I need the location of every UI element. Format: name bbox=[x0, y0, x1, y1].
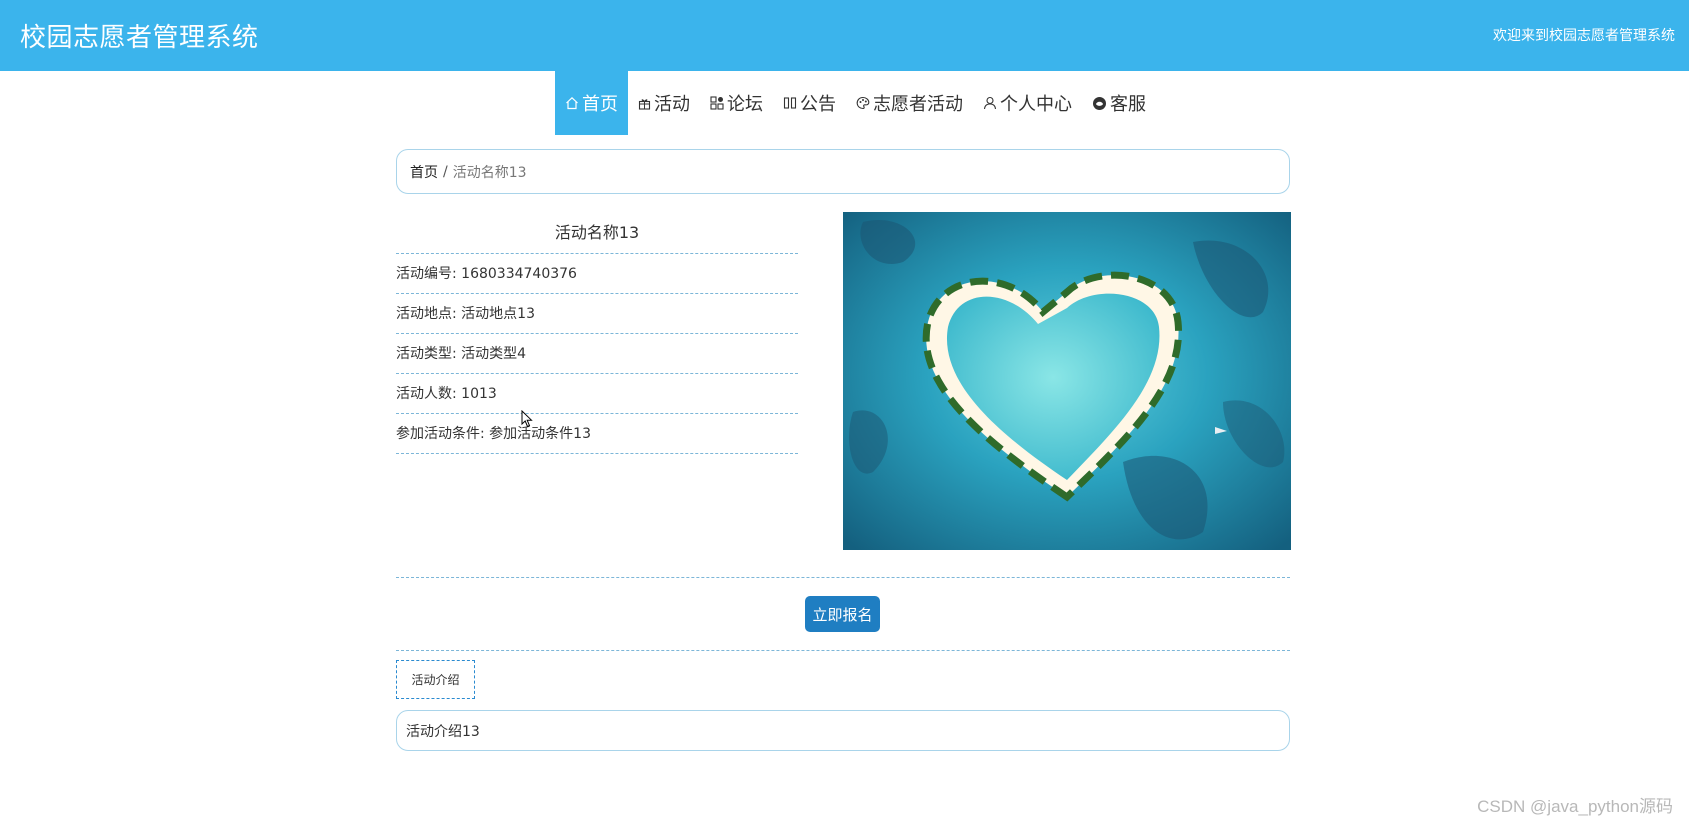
activity-field-row: 活动人数: 1013 bbox=[396, 374, 798, 414]
palette-icon bbox=[856, 96, 870, 110]
breadcrumb-separator: / bbox=[443, 163, 448, 180]
signup-button[interactable]: 立即报名 bbox=[805, 596, 880, 632]
field-value: 1013 bbox=[461, 386, 497, 402]
activity-field-row: 参加活动条件: 参加活动条件13 bbox=[396, 414, 798, 454]
app-title: 校园志愿者管理系统 bbox=[20, 23, 259, 53]
nav-item-label: 个人中心 bbox=[1000, 94, 1072, 115]
nav-item-label: 志愿者活动 bbox=[873, 94, 963, 115]
nav-item-label: 活动 bbox=[654, 94, 690, 115]
chat-icon bbox=[1092, 96, 1107, 111]
nav-item-home[interactable]: 首页 bbox=[555, 71, 628, 135]
watermark: CSDN @java_python源码 bbox=[1477, 797, 1673, 816]
tab-activity-intro[interactable]: 活动介绍 bbox=[396, 660, 475, 699]
home-icon bbox=[565, 96, 579, 110]
field-label: 活动编号: bbox=[396, 266, 457, 282]
nav-item-profile[interactable]: 个人中心 bbox=[973, 71, 1082, 135]
header-bar: 校园志愿者管理系统 欢迎来到校园志愿者管理系统 bbox=[0, 0, 1689, 71]
activity-field-row: 活动编号: 1680334740376 bbox=[396, 254, 798, 294]
nav-item-label: 公告 bbox=[800, 94, 836, 115]
nav-item-label: 首页 bbox=[582, 94, 618, 115]
breadcrumb: 首页 / 活动名称13 bbox=[396, 149, 1290, 194]
nav-item-forum[interactable]: 论坛 bbox=[700, 71, 773, 135]
nav-item-activity[interactable]: 活动 bbox=[628, 71, 700, 135]
divider-top bbox=[396, 577, 1290, 578]
breadcrumb-home[interactable]: 首页 bbox=[410, 162, 438, 182]
user-icon bbox=[983, 96, 997, 110]
field-label: 活动类型: bbox=[396, 346, 457, 362]
activity-intro-text: 活动介绍13 bbox=[406, 723, 480, 740]
activity-field-row: 活动地点: 活动地点13 bbox=[396, 294, 798, 334]
field-value: 1680334740376 bbox=[461, 266, 577, 282]
welcome-text: 欢迎来到校园志愿者管理系统 bbox=[1493, 28, 1675, 44]
nav-item-volunteer[interactable]: 志愿者活动 bbox=[846, 71, 973, 135]
divider-bottom bbox=[396, 650, 1290, 651]
field-value: 活动类型4 bbox=[461, 346, 527, 362]
field-value: 活动地点13 bbox=[461, 306, 535, 322]
field-value: 参加活动条件13 bbox=[489, 426, 591, 442]
breadcrumb-current: 活动名称13 bbox=[452, 164, 527, 181]
activity-image bbox=[843, 212, 1291, 550]
activity-intro-content: 活动介绍13 bbox=[396, 710, 1290, 751]
nav-item-notice[interactable]: 公告 bbox=[773, 71, 846, 135]
activity-name: 活动名称13 bbox=[396, 211, 798, 254]
nav-item-label: 客服 bbox=[1110, 94, 1146, 115]
main-nav: 首页 活动 论坛 公告 志愿者活动 个人中心 客服 bbox=[555, 71, 1156, 135]
mouse-cursor-icon bbox=[521, 409, 533, 432]
gift-icon bbox=[638, 97, 651, 110]
nav-item-service[interactable]: 客服 bbox=[1082, 71, 1156, 135]
activity-field-row: 活动类型: 活动类型4 bbox=[396, 334, 798, 374]
field-label: 活动人数: bbox=[396, 386, 457, 402]
book-icon bbox=[783, 96, 797, 110]
field-label: 活动地点: bbox=[396, 306, 457, 322]
nav-item-label: 论坛 bbox=[727, 94, 763, 115]
activity-details: 活动名称13 活动编号: 1680334740376 活动地点: 活动地点13 … bbox=[396, 211, 798, 454]
grid-icon bbox=[710, 96, 724, 110]
field-label: 参加活动条件: bbox=[396, 426, 485, 442]
